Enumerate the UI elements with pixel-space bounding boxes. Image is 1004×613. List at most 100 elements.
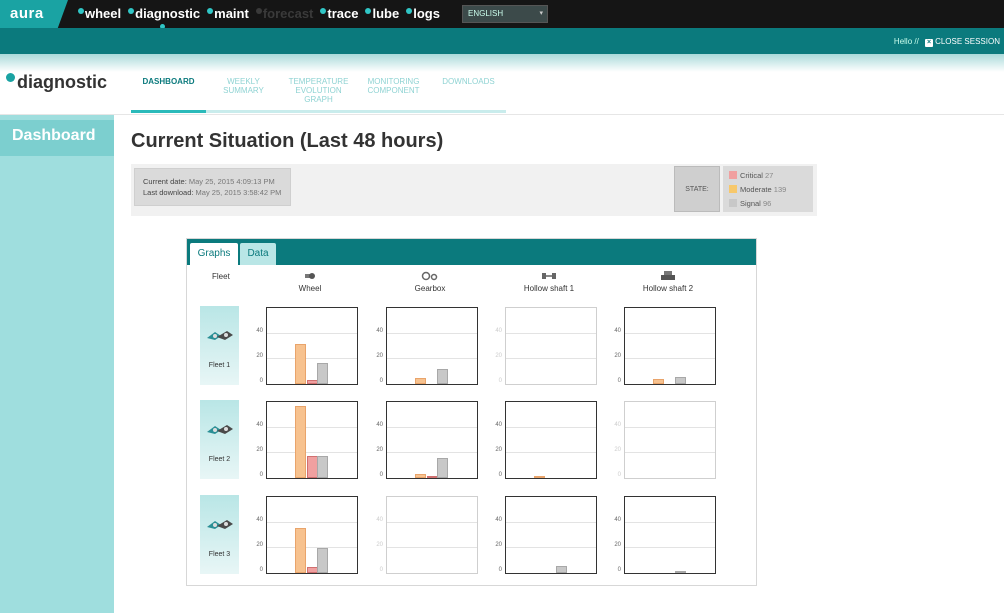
nav-item-maint[interactable]: maint: [207, 6, 249, 21]
language-select[interactable]: ENGLISH ▾: [462, 5, 548, 23]
chart-cell-r2-c1: [266, 401, 358, 479]
bar-moderate: [415, 377, 426, 384]
tab-temperature-evolution-graph[interactable]: TEMPERATURE EVOLUTION GRAPH: [281, 74, 356, 113]
page-title: Current Situation (Last 48 hours): [131, 130, 444, 152]
y-tick-label: 40: [614, 517, 621, 523]
y-tick-label: 20: [614, 447, 621, 453]
hollow-shaft-2-icon: [622, 271, 714, 281]
gridline: [506, 427, 596, 428]
legend-label: Signal: [740, 199, 761, 208]
language-value: ENGLISH: [468, 9, 504, 18]
bar-signal: [437, 369, 448, 384]
chart-cell-r2-c4: [624, 401, 716, 479]
tab-data[interactable]: Data: [240, 243, 276, 265]
aura-logo[interactable]: aura: [0, 0, 68, 28]
fleet-2-tile[interactable]: Fleet 2: [200, 400, 239, 479]
bar-signal: [556, 565, 567, 573]
chart-cell-r1-c4: [624, 307, 716, 385]
legend-count: 96: [762, 199, 772, 208]
session-info: Hello // × CLOSE SESSION: [894, 37, 1000, 47]
gridline: [267, 333, 357, 334]
chart-cell-r2-c3: [505, 401, 597, 479]
gridline: [267, 522, 357, 523]
sidebar-item-dashboard[interactable]: Dashboard: [0, 120, 114, 156]
nav-item-trace[interactable]: trace: [320, 6, 358, 21]
tab-monitoring-component[interactable]: MONITORING COMPONENT: [356, 74, 431, 113]
column-label: Hollow shaft 1: [523, 284, 575, 293]
state-label-box: STATE:: [674, 166, 720, 212]
y-tick-label: 40: [256, 517, 263, 523]
close-icon[interactable]: ×: [925, 39, 934, 47]
date-box: Current date: May 25, 2015 4:09:13 PM La…: [134, 168, 291, 206]
header-gradient: [0, 54, 1004, 72]
nav-item-diagnostic[interactable]: diagnostic: [128, 6, 201, 29]
subtab-bar: DASHBOARD WEEKLY SUMMARY TEMPERATURE EVOLU…: [131, 74, 506, 113]
top-nav-bar: aura wheel diagnostic maint forecast trace lu…: [0, 0, 1004, 29]
gridline: [625, 452, 715, 453]
train-icon: [205, 422, 235, 436]
close-session-link[interactable]: CLOSE SESSION: [935, 37, 1000, 46]
gridline: [506, 547, 596, 548]
gridline: [625, 333, 715, 334]
chart-cell-r3-c3: [505, 496, 597, 574]
bullet-icon: [207, 8, 214, 14]
train-icon: [205, 517, 235, 531]
session-band: Hello // × CLOSE SESSION: [0, 28, 1004, 54]
gridline: [625, 427, 715, 428]
legend-item: Moderate 139: [729, 183, 813, 197]
tab-weekly-summary[interactable]: WEEKLY SUMMARY: [206, 74, 281, 113]
separator-text: //: [914, 37, 919, 46]
tab-graphs[interactable]: Graphs: [190, 243, 238, 265]
gridline: [267, 547, 357, 548]
nav-item-forecast[interactable]: forecast: [255, 6, 313, 21]
y-tick-label: 40: [256, 422, 263, 428]
bar-moderate: [295, 405, 306, 478]
y-tick-label: 20: [256, 542, 263, 548]
y-tick-label: 0: [259, 472, 263, 478]
column-header: Hollow shaft 2: [622, 271, 714, 293]
panel-header: Graphs Data: [187, 239, 756, 265]
y-tick-label: 20: [495, 542, 502, 548]
tab-downloads[interactable]: DOWNLOADS: [431, 74, 506, 113]
bar-signal: [437, 458, 448, 478]
fleet-1-tile[interactable]: Fleet 1: [200, 306, 239, 385]
bar-moderate: [295, 528, 306, 573]
y-tick-label: 40: [256, 328, 263, 334]
gearbox-icon: [384, 271, 476, 281]
main-nav: wheel diagnostic maint forecast trace lube log…: [78, 6, 440, 29]
tab-dashboard[interactable]: DASHBOARD: [131, 74, 206, 113]
y-tick-label: 40: [495, 328, 502, 334]
column-label: Wheel: [298, 284, 322, 293]
wheel-icon: [264, 271, 356, 281]
nav-item-lube[interactable]: lube: [365, 6, 399, 21]
chart-cell-r2-c2: [386, 401, 478, 479]
bullet-icon: [320, 8, 327, 14]
nav-item-wheel[interactable]: wheel: [78, 6, 121, 21]
bar-signal: [317, 455, 328, 478]
divider: [0, 114, 1004, 115]
bar-signal: [317, 362, 328, 384]
bullet-icon: [365, 8, 372, 14]
gridline: [506, 522, 596, 523]
logo-text: aura: [10, 5, 44, 22]
gridline: [387, 522, 477, 523]
y-tick-label: 0: [498, 472, 502, 478]
bar-signal: [317, 548, 328, 573]
y-tick-label: 20: [256, 447, 263, 453]
nav-item-logs[interactable]: logs: [406, 6, 440, 21]
y-tick-label: 40: [495, 422, 502, 428]
gridline: [387, 333, 477, 334]
bar-signal: [675, 376, 686, 384]
chart-cell-r1-c2: [386, 307, 478, 385]
gridline: [387, 358, 477, 359]
nav-item-label: diagnostic: [135, 6, 201, 21]
fleet-label: Fleet 1: [208, 362, 231, 369]
y-tick-label: 0: [617, 378, 621, 384]
fleet-3-tile[interactable]: Fleet 3: [200, 495, 239, 574]
bar-moderate: [295, 344, 306, 384]
chart-cell-r1-c3: [505, 307, 597, 385]
y-tick-label: 40: [614, 422, 621, 428]
gridline: [506, 358, 596, 359]
chevron-down-icon: ▾: [539, 10, 543, 17]
gridline: [387, 547, 477, 548]
